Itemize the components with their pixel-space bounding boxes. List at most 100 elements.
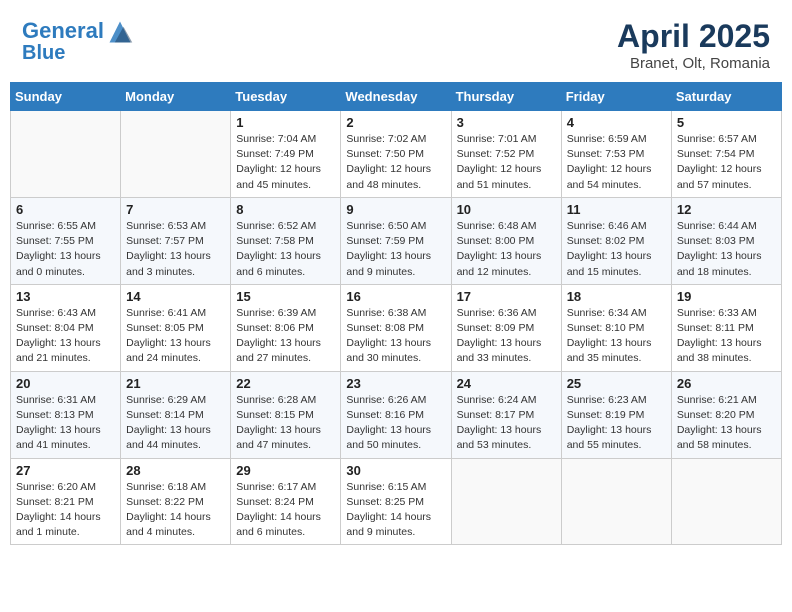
day-info: Sunrise: 6:59 AM Sunset: 7:53 PM Dayligh… xyxy=(567,132,666,193)
calendar-subtitle: Branet, Olt, Romania xyxy=(617,55,770,72)
day-info: Sunrise: 6:31 AM Sunset: 8:13 PM Dayligh… xyxy=(16,393,115,454)
day-info: Sunrise: 6:24 AM Sunset: 8:17 PM Dayligh… xyxy=(457,393,556,454)
week-row-1: 1Sunrise: 7:04 AM Sunset: 7:49 PM Daylig… xyxy=(11,111,782,198)
day-info: Sunrise: 6:26 AM Sunset: 8:16 PM Dayligh… xyxy=(346,393,445,454)
day-info: Sunrise: 7:04 AM Sunset: 7:49 PM Dayligh… xyxy=(236,132,335,193)
day-info: Sunrise: 6:39 AM Sunset: 8:06 PM Dayligh… xyxy=(236,306,335,367)
calendar-cell: 12Sunrise: 6:44 AM Sunset: 8:03 PM Dayli… xyxy=(671,197,781,284)
day-number: 9 xyxy=(346,202,445,217)
calendar-cell: 7 Sunrise: 6:53 AM Sunset: 7:57 PM Daylig… xyxy=(121,197,231,284)
calendar-cell: 19 Sunrise: 6:33 AM Sunset: 8:11 PM Dayli… xyxy=(671,284,781,371)
day-info: Sunrise: 6:15 AM Sunset: 8:25 PM Dayligh… xyxy=(346,480,445,541)
day-info: Sunrise: 6:23 AM Sunset: 8:19 PM Dayligh… xyxy=(567,393,666,454)
calendar-cell: 26 Sunrise: 6:21 AM Sunset: 8:20 PM Dayli… xyxy=(671,371,781,458)
day-header-monday: Monday xyxy=(121,83,231,111)
day-number: 8 xyxy=(236,202,335,217)
day-info: Sunrise: 6:44 AM Sunset: 8:03 PM Dayligh… xyxy=(677,219,776,280)
calendar-cell: 8Sunrise: 6:52 AM Sunset: 7:58 PM Daylig… xyxy=(231,197,341,284)
week-row-4: 20 Sunrise: 6:31 AM Sunset: 8:13 PM Dayli… xyxy=(11,371,782,458)
day-info: Sunrise: 6:34 AM Sunset: 8:10 PM Dayligh… xyxy=(567,306,666,367)
calendar-cell xyxy=(561,458,671,545)
day-number: 17 xyxy=(457,289,556,304)
calendar-cell xyxy=(121,111,231,198)
day-number: 10 xyxy=(457,202,556,217)
day-header-sunday: Sunday xyxy=(11,83,121,111)
day-info: Sunrise: 6:28 AM Sunset: 8:15 PM Dayligh… xyxy=(236,393,335,454)
calendar-cell: 14 Sunrise: 6:41 AM Sunset: 8:05 PM Dayli… xyxy=(121,284,231,371)
title-block: April 2025 Branet, Olt, Romania xyxy=(617,18,770,72)
day-info: Sunrise: 6:43 AM Sunset: 8:04 PM Dayligh… xyxy=(16,306,115,367)
day-header-tuesday: Tuesday xyxy=(231,83,341,111)
calendar-cell xyxy=(11,111,121,198)
day-number: 4 xyxy=(567,115,666,130)
day-header-wednesday: Wednesday xyxy=(341,83,451,111)
day-info: Sunrise: 6:29 AM Sunset: 8:14 PM Dayligh… xyxy=(126,393,225,454)
day-number: 19 xyxy=(677,289,776,304)
calendar-cell: 4 Sunrise: 6:59 AM Sunset: 7:53 PM Daylig… xyxy=(561,111,671,198)
week-row-5: 27Sunrise: 6:20 AM Sunset: 8:21 PM Dayli… xyxy=(11,458,782,545)
week-row-2: 6 Sunrise: 6:55 AM Sunset: 7:55 PM Daylig… xyxy=(11,197,782,284)
day-number: 14 xyxy=(126,289,225,304)
day-number: 25 xyxy=(567,376,666,391)
day-info: Sunrise: 6:46 AM Sunset: 8:02 PM Dayligh… xyxy=(567,219,666,280)
day-number: 13 xyxy=(16,289,115,304)
calendar-cell: 15Sunrise: 6:39 AM Sunset: 8:06 PM Dayli… xyxy=(231,284,341,371)
page-header: General Blue April 2025 Branet, Olt, Rom… xyxy=(10,10,782,76)
calendar-cell: 21 Sunrise: 6:29 AM Sunset: 8:14 PM Dayli… xyxy=(121,371,231,458)
day-header-saturday: Saturday xyxy=(671,83,781,111)
day-number: 6 xyxy=(16,202,115,217)
day-info: Sunrise: 6:53 AM Sunset: 7:57 PM Dayligh… xyxy=(126,219,225,280)
calendar-cell xyxy=(451,458,561,545)
day-number: 18 xyxy=(567,289,666,304)
calendar-cell: 30 Sunrise: 6:15 AM Sunset: 8:25 PM Dayli… xyxy=(341,458,451,545)
day-number: 28 xyxy=(126,463,225,478)
day-number: 22 xyxy=(236,376,335,391)
calendar-title: April 2025 xyxy=(617,18,770,55)
day-info: Sunrise: 6:36 AM Sunset: 8:09 PM Dayligh… xyxy=(457,306,556,367)
day-number: 26 xyxy=(677,376,776,391)
day-number: 30 xyxy=(346,463,445,478)
calendar-cell: 11Sunrise: 6:46 AM Sunset: 8:02 PM Dayli… xyxy=(561,197,671,284)
calendar-cell: 25 Sunrise: 6:23 AM Sunset: 8:19 PM Dayli… xyxy=(561,371,671,458)
calendar-cell: 22 Sunrise: 6:28 AM Sunset: 8:15 PM Dayli… xyxy=(231,371,341,458)
day-info: Sunrise: 6:38 AM Sunset: 8:08 PM Dayligh… xyxy=(346,306,445,367)
calendar-cell: 24Sunrise: 6:24 AM Sunset: 8:17 PM Dayli… xyxy=(451,371,561,458)
day-info: Sunrise: 6:17 AM Sunset: 8:24 PM Dayligh… xyxy=(236,480,335,541)
calendar-cell: 29 Sunrise: 6:17 AM Sunset: 8:24 PM Dayli… xyxy=(231,458,341,545)
calendar-cell: 1Sunrise: 7:04 AM Sunset: 7:49 PM Daylig… xyxy=(231,111,341,198)
day-info: Sunrise: 6:18 AM Sunset: 8:22 PM Dayligh… xyxy=(126,480,225,541)
calendar-cell: 17 Sunrise: 6:36 AM Sunset: 8:09 PM Dayli… xyxy=(451,284,561,371)
day-number: 7 xyxy=(126,202,225,217)
day-header-thursday: Thursday xyxy=(451,83,561,111)
day-info: Sunrise: 6:41 AM Sunset: 8:05 PM Dayligh… xyxy=(126,306,225,367)
calendar-cell: 16 Sunrise: 6:38 AM Sunset: 8:08 PM Dayli… xyxy=(341,284,451,371)
day-info: Sunrise: 6:33 AM Sunset: 8:11 PM Dayligh… xyxy=(677,306,776,367)
day-number: 16 xyxy=(346,289,445,304)
day-info: Sunrise: 6:21 AM Sunset: 8:20 PM Dayligh… xyxy=(677,393,776,454)
calendar-table: SundayMondayTuesdayWednesdayThursdayFrid… xyxy=(10,82,782,545)
day-number: 3 xyxy=(457,115,556,130)
day-info: Sunrise: 6:50 AM Sunset: 7:59 PM Dayligh… xyxy=(346,219,445,280)
day-info: Sunrise: 6:57 AM Sunset: 7:54 PM Dayligh… xyxy=(677,132,776,193)
day-number: 21 xyxy=(126,376,225,391)
day-number: 29 xyxy=(236,463,335,478)
day-info: Sunrise: 6:20 AM Sunset: 8:21 PM Dayligh… xyxy=(16,480,115,541)
calendar-cell: 9 Sunrise: 6:50 AM Sunset: 7:59 PM Daylig… xyxy=(341,197,451,284)
calendar-cell: 10 Sunrise: 6:48 AM Sunset: 8:00 PM Dayli… xyxy=(451,197,561,284)
calendar-cell: 23Sunrise: 6:26 AM Sunset: 8:16 PM Dayli… xyxy=(341,371,451,458)
calendar-cell: 27Sunrise: 6:20 AM Sunset: 8:21 PM Dayli… xyxy=(11,458,121,545)
calendar-cell: 5Sunrise: 6:57 AM Sunset: 7:54 PM Daylig… xyxy=(671,111,781,198)
calendar-cell: 18 Sunrise: 6:34 AM Sunset: 8:10 PM Dayli… xyxy=(561,284,671,371)
calendar-header-row: SundayMondayTuesdayWednesdayThursdayFrid… xyxy=(11,83,782,111)
calendar-cell xyxy=(671,458,781,545)
calendar-cell: 2Sunrise: 7:02 AM Sunset: 7:50 PM Daylig… xyxy=(341,111,451,198)
calendar-cell: 13 Sunrise: 6:43 AM Sunset: 8:04 PM Dayli… xyxy=(11,284,121,371)
day-info: Sunrise: 6:48 AM Sunset: 8:00 PM Dayligh… xyxy=(457,219,556,280)
day-number: 20 xyxy=(16,376,115,391)
calendar-cell: 3 Sunrise: 7:01 AM Sunset: 7:52 PM Daylig… xyxy=(451,111,561,198)
logo: General Blue xyxy=(22,18,134,64)
day-info: Sunrise: 6:55 AM Sunset: 7:55 PM Dayligh… xyxy=(16,219,115,280)
logo-icon xyxy=(106,18,134,46)
calendar-cell: 6 Sunrise: 6:55 AM Sunset: 7:55 PM Daylig… xyxy=(11,197,121,284)
day-info: Sunrise: 7:01 AM Sunset: 7:52 PM Dayligh… xyxy=(457,132,556,193)
